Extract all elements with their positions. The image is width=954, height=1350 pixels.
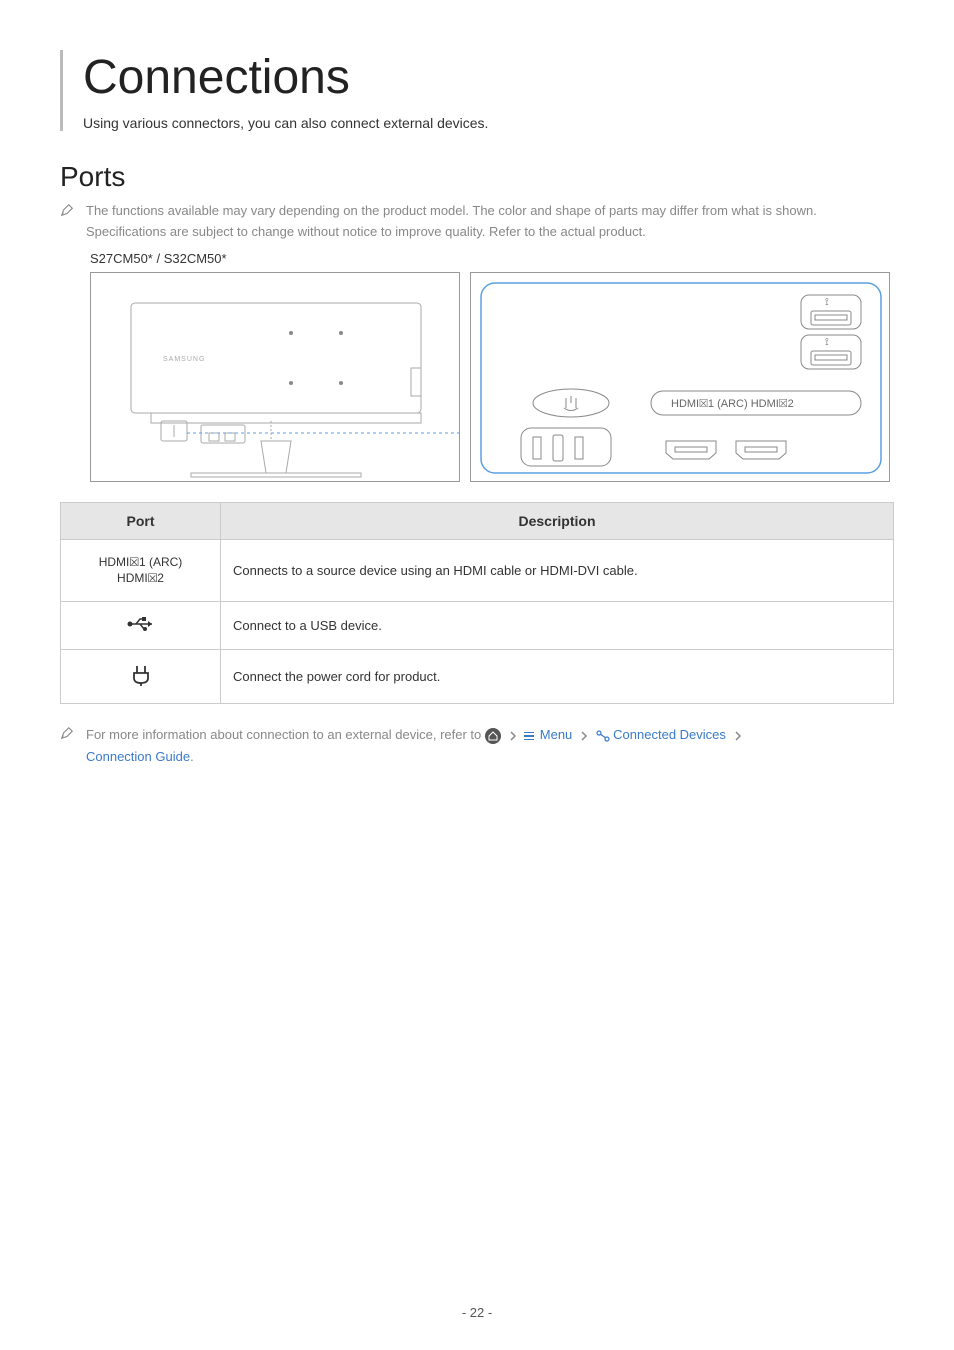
desc-usb: Connect to a USB device. (221, 602, 894, 650)
svg-text:⟟: ⟟ (825, 297, 829, 308)
home-icon (485, 728, 501, 744)
pencil-note-icon (60, 726, 74, 740)
note-text: The functions available may vary dependi… (86, 201, 894, 243)
section-heading-ports: Ports (60, 161, 894, 193)
link-menu[interactable]: Menu (540, 727, 573, 742)
desc-power: Connect the power cord for product. (221, 650, 894, 704)
ports-table: Port Description HDMI⮽1 (ARC) HDMI⮽2 Con… (60, 502, 894, 705)
chevron-right-icon (580, 731, 588, 741)
port-diagrams: SAMSUNG ⟟ (90, 272, 894, 482)
table-header-port: Port (61, 502, 221, 539)
link-connection-guide[interactable]: Connection Guide (86, 749, 190, 764)
model-label: S27CM50* / S32CM50* (90, 251, 894, 266)
page-subtitle: Using various connectors, you can also c… (83, 115, 894, 131)
desc-hdmi: Connects to a source device using an HDM… (221, 539, 894, 602)
table-row: Connect the power cord for product. (61, 650, 894, 704)
page-number: - 22 - (0, 1305, 954, 1320)
table-row: Connect to a USB device. (61, 602, 894, 650)
table-header-desc: Description (221, 502, 894, 539)
connected-devices-icon (596, 730, 610, 742)
brand-text: SAMSUNG (163, 356, 205, 363)
svg-text:HDMI⮽1 (ARC) HDMI⮽2: HDMI⮽1 (ARC) HDMI⮽2 (671, 398, 794, 410)
chevron-right-icon (734, 731, 742, 741)
port-hdmi2: HDMI⮽2 (117, 571, 164, 585)
link-connected-devices[interactable]: Connected Devices (613, 727, 726, 742)
chevron-right-icon (509, 731, 517, 741)
power-icon (131, 664, 151, 686)
port-hdmi1: HDMI⮽1 (ARC) (99, 555, 183, 569)
table-row: HDMI⮽1 (ARC) HDMI⮽2 Connects to a source… (61, 539, 894, 602)
footer-note-text: For more information about connection to… (86, 724, 746, 768)
page-title: Connections (83, 50, 894, 105)
menu-icon (524, 732, 534, 741)
pencil-note-icon (60, 203, 74, 217)
svg-text:⟟: ⟟ (825, 337, 829, 348)
usb-icon (126, 616, 156, 632)
